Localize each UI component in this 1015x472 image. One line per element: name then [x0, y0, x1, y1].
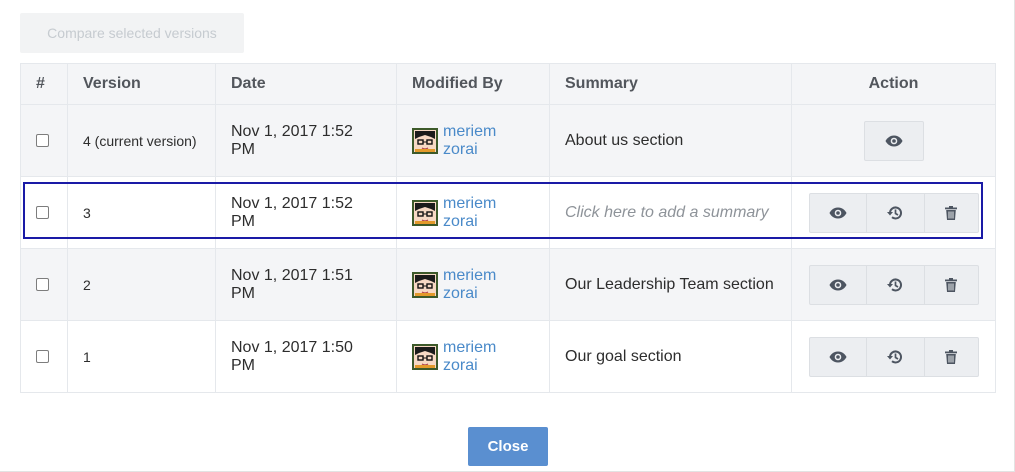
action-button-group	[808, 336, 979, 377]
header-date: Date	[215, 63, 397, 105]
table-row: 3 Nov 1, 2017 1:52 PM meriem zorai Click…	[20, 176, 996, 249]
modified-by-cell: meriem zorai	[396, 104, 550, 177]
header-index: #	[20, 63, 68, 105]
version-cell: 1	[67, 320, 216, 393]
delete-button[interactable]	[924, 336, 979, 377]
row-select-cell	[20, 104, 68, 177]
user-link[interactable]: meriem zorai	[443, 267, 534, 303]
table-row: 2 Nov 1, 2017 1:51 PM meriem zorai Our L…	[20, 248, 996, 321]
avatar	[412, 343, 438, 370]
versions-table: # Version Date Modified By Summary Actio…	[20, 63, 996, 393]
user-link[interactable]: meriem zorai	[443, 195, 534, 231]
version-cell: 3	[67, 176, 216, 249]
version-cell: 4 (current version)	[67, 104, 216, 177]
avatar	[412, 127, 438, 154]
row-checkbox[interactable]	[36, 277, 49, 291]
date-cell: Nov 1, 2017 1:51 PM	[215, 248, 397, 321]
restore-button[interactable]	[866, 336, 925, 377]
summary-cell[interactable]: Our Leadership Team section	[549, 248, 792, 321]
action-cell	[791, 176, 996, 249]
summary-cell[interactable]: About us section	[549, 104, 792, 177]
avatar	[412, 271, 438, 298]
view-button[interactable]	[808, 336, 867, 377]
history-icon	[887, 349, 902, 363]
eye-icon	[885, 135, 902, 146]
modified-by-cell: meriem zorai	[396, 176, 550, 249]
avatar	[412, 199, 438, 226]
table-header-row: # Version Date Modified By Summary Actio…	[20, 63, 996, 105]
table-row: 1 Nov 1, 2017 1:50 PM meriem zorai Our g…	[20, 320, 996, 393]
row-checkbox[interactable]	[36, 205, 49, 219]
row-select-cell	[20, 176, 68, 249]
row-checkbox[interactable]	[36, 349, 49, 363]
action-cell	[791, 320, 996, 393]
version-cell: 2	[67, 248, 216, 321]
eye-icon	[829, 351, 846, 362]
summary-cell[interactable]: Click here to add a summary	[549, 176, 792, 249]
modified-by-cell: meriem zorai	[396, 248, 550, 321]
header-action: Action	[791, 63, 996, 105]
compare-selected-versions-button[interactable]: Compare selected versions	[20, 13, 244, 53]
date-cell: Nov 1, 2017 1:52 PM	[215, 176, 397, 249]
action-button-group	[808, 264, 979, 305]
header-version: Version	[67, 63, 216, 105]
trash-icon	[945, 277, 957, 292]
row-select-cell	[20, 248, 68, 321]
summary-cell[interactable]: Our goal section	[549, 320, 792, 393]
header-summary: Summary	[549, 63, 792, 105]
trash-icon	[945, 205, 957, 220]
user-link[interactable]: meriem zorai	[443, 123, 534, 159]
action-cell	[791, 248, 996, 321]
table-row: 4 (current version) Nov 1, 2017 1:52 PM …	[20, 104, 996, 177]
action-button-group	[808, 192, 979, 233]
view-button[interactable]	[808, 192, 867, 233]
close-button[interactable]: Close	[468, 427, 548, 466]
view-button[interactable]	[863, 120, 924, 161]
row-checkbox[interactable]	[36, 133, 49, 147]
view-button[interactable]	[808, 264, 867, 305]
date-cell: Nov 1, 2017 1:52 PM	[215, 104, 397, 177]
summary-placeholder[interactable]: Click here to add a summary	[565, 204, 769, 221]
eye-icon	[829, 279, 846, 290]
trash-icon	[945, 349, 957, 364]
delete-button[interactable]	[924, 192, 979, 233]
restore-button[interactable]	[866, 192, 925, 233]
delete-button[interactable]	[924, 264, 979, 305]
header-modified-by: Modified By	[396, 63, 550, 105]
user-link[interactable]: meriem zorai	[443, 339, 534, 375]
date-cell: Nov 1, 2017 1:50 PM	[215, 320, 397, 393]
row-select-cell	[20, 320, 68, 393]
eye-icon	[829, 207, 846, 218]
action-cell	[791, 104, 996, 177]
history-icon	[887, 277, 902, 291]
history-icon	[887, 205, 902, 219]
restore-button[interactable]	[866, 264, 925, 305]
modified-by-cell: meriem zorai	[396, 320, 550, 393]
